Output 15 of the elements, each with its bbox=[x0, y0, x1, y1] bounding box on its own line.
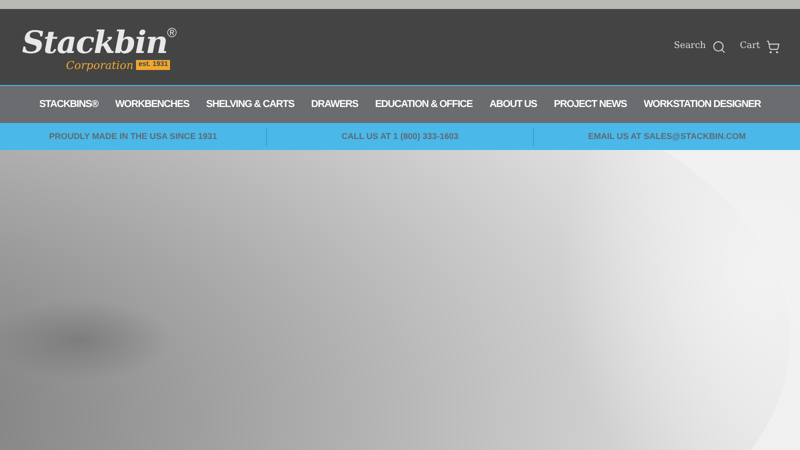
cart-icon bbox=[766, 40, 780, 54]
cart-link[interactable]: Cart bbox=[740, 40, 780, 54]
nav-link[interactable]: DRAWERS bbox=[311, 97, 358, 112]
registered-mark: ® bbox=[167, 26, 177, 38]
nav-link[interactable]: STACKBINS® bbox=[39, 97, 98, 112]
search-icon bbox=[712, 40, 726, 54]
nav-link[interactable]: WORKBENCHES bbox=[115, 97, 190, 112]
nav-link[interactable]: EDUCATION & OFFICE bbox=[375, 97, 472, 112]
logo-wordmark[interactable]: Stackbin bbox=[22, 24, 168, 62]
search-link[interactable]: Search bbox=[674, 40, 726, 54]
logo-subtitle: Corporation bbox=[66, 60, 134, 70]
nav-link[interactable]: ABOUT US bbox=[489, 97, 537, 112]
nav-link[interactable]: WORKSTATION DESIGNER bbox=[644, 97, 761, 112]
nav-link[interactable]: PROJECT NEWS bbox=[554, 97, 627, 112]
nav-link[interactable]: SHELVING & CARTS bbox=[206, 97, 294, 112]
